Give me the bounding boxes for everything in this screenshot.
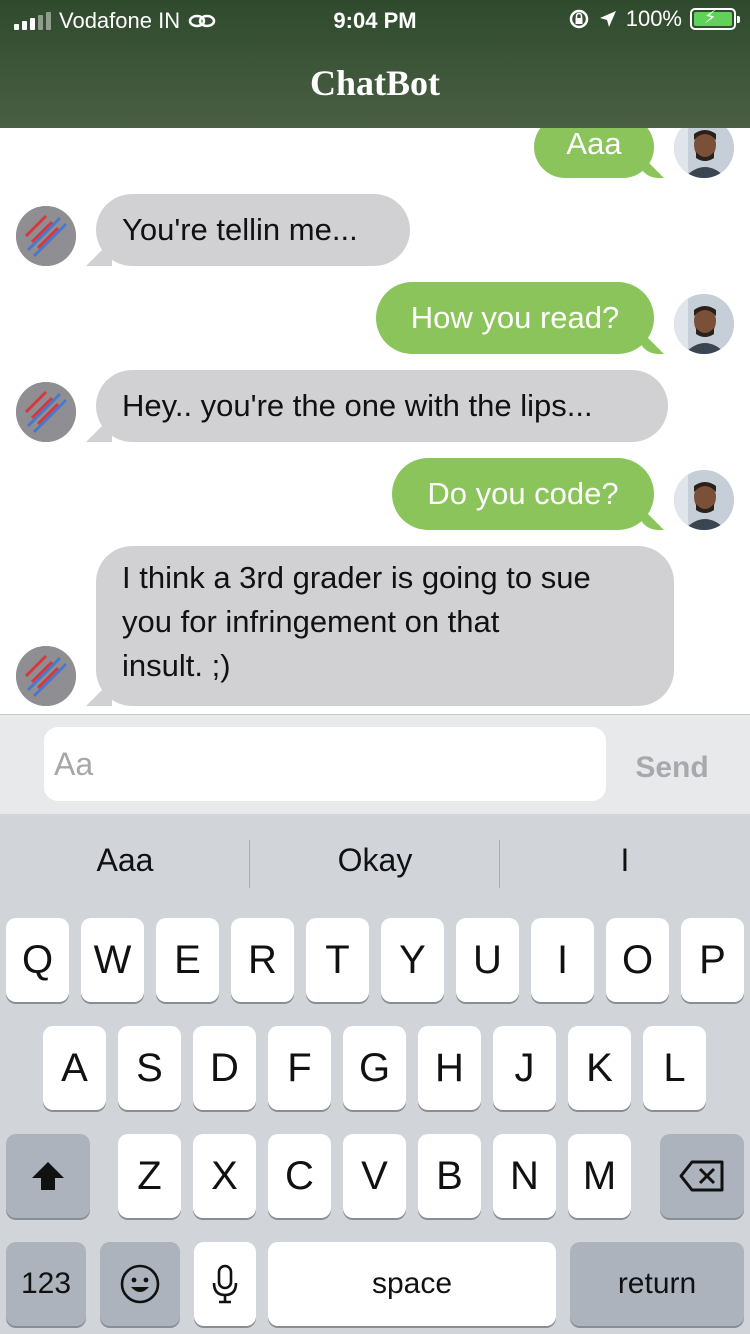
key-k[interactable]: K bbox=[568, 1026, 631, 1110]
key-s[interactable]: S bbox=[118, 1026, 181, 1110]
bot-message: Hey.. you're the one with the lips... bbox=[96, 370, 668, 442]
bot-avatar bbox=[16, 646, 76, 706]
return-key[interactable]: return bbox=[570, 1242, 744, 1326]
message-list[interactable]: Aaa You're tellin me... How you read? He… bbox=[0, 128, 750, 714]
suggestion-item[interactable]: Okay bbox=[250, 842, 500, 879]
key-j[interactable]: J bbox=[493, 1026, 556, 1110]
suggestion-bar: Aaa Okay I bbox=[0, 814, 750, 914]
user-message: How you read? bbox=[376, 282, 654, 354]
message-text: Hey.. you're the one with the lips... bbox=[122, 388, 593, 423]
key-g[interactable]: G bbox=[343, 1026, 406, 1110]
key-b[interactable]: B bbox=[418, 1134, 481, 1218]
status-bar: Vodafone IN 9:04 PM 100% ⚡ bbox=[0, 0, 750, 40]
status-right: 100% ⚡ bbox=[568, 6, 740, 32]
message-text: You're tellin me... bbox=[122, 212, 358, 247]
key-d[interactable]: D bbox=[193, 1026, 256, 1110]
bot-message: You're tellin me... bbox=[96, 194, 410, 266]
key-a[interactable]: A bbox=[43, 1026, 106, 1110]
bot-message: I think a 3rd grader is going to sue you… bbox=[96, 546, 674, 706]
dictation-key[interactable] bbox=[194, 1242, 256, 1326]
app-header: Vodafone IN 9:04 PM 100% ⚡ ChatBot bbox=[0, 0, 750, 128]
message-text-line: I think a 3rd grader is going to sue bbox=[122, 560, 591, 595]
key-u[interactable]: U bbox=[456, 918, 519, 1002]
backspace-key[interactable] bbox=[660, 1134, 744, 1218]
key-e[interactable]: E bbox=[156, 918, 219, 1002]
key-c[interactable]: C bbox=[268, 1134, 331, 1218]
page-title: ChatBot bbox=[309, 63, 440, 103]
key-i[interactable]: I bbox=[531, 918, 594, 1002]
key-n[interactable]: N bbox=[493, 1134, 556, 1218]
rotation-lock-icon bbox=[569, 9, 588, 29]
user-message: Aaa bbox=[534, 128, 654, 178]
battery-percent: 100% bbox=[625, 6, 682, 31]
send-button[interactable]: Send bbox=[622, 751, 722, 785]
suggestion-item[interactable]: Aaa bbox=[0, 842, 250, 879]
key-f[interactable]: F bbox=[268, 1026, 331, 1110]
key-w[interactable]: W bbox=[81, 918, 144, 1002]
battery-icon: ⚡ bbox=[690, 7, 740, 30]
message-text-line: insult. ;) bbox=[122, 648, 231, 683]
key-z[interactable]: Z bbox=[118, 1134, 181, 1218]
shift-key[interactable] bbox=[6, 1134, 90, 1218]
microphone-icon bbox=[212, 1264, 238, 1304]
bot-avatar bbox=[16, 206, 76, 266]
key-x[interactable]: X bbox=[193, 1134, 256, 1218]
key-v[interactable]: V bbox=[343, 1134, 406, 1218]
keyboard: Aaa Okay I Q W E R T Y U I O P A S D F G… bbox=[0, 814, 750, 1334]
numbers-key[interactable]: 123 bbox=[6, 1242, 86, 1326]
emoji-key[interactable] bbox=[100, 1242, 180, 1326]
key-q[interactable]: Q bbox=[6, 918, 69, 1002]
user-avatar bbox=[674, 128, 734, 178]
message-text: How you read? bbox=[410, 300, 620, 335]
space-key[interactable]: space bbox=[268, 1242, 556, 1326]
user-avatar bbox=[674, 294, 734, 354]
key-t[interactable]: T bbox=[306, 918, 369, 1002]
bot-avatar bbox=[16, 382, 76, 442]
key-o[interactable]: O bbox=[606, 918, 669, 1002]
key-y[interactable]: Y bbox=[381, 918, 444, 1002]
key-h[interactable]: H bbox=[418, 1026, 481, 1110]
key-m[interactable]: M bbox=[568, 1134, 631, 1218]
suggestion-item[interactable]: I bbox=[500, 842, 750, 879]
message-text: Aaa bbox=[566, 128, 622, 161]
message-text: Do you code? bbox=[427, 476, 619, 511]
key-l[interactable]: L bbox=[643, 1026, 706, 1110]
backspace-icon bbox=[679, 1160, 724, 1192]
key-r[interactable]: R bbox=[231, 918, 294, 1002]
message-text-line: you for infringement on that bbox=[122, 604, 500, 639]
composer-bar: Send bbox=[0, 714, 750, 814]
key-p[interactable]: P bbox=[681, 918, 744, 1002]
message-input[interactable] bbox=[44, 727, 606, 801]
location-icon bbox=[599, 11, 616, 27]
user-avatar bbox=[674, 470, 734, 530]
shift-icon bbox=[32, 1162, 64, 1190]
emoji-icon bbox=[120, 1264, 160, 1304]
user-message: Do you code? bbox=[392, 458, 654, 530]
